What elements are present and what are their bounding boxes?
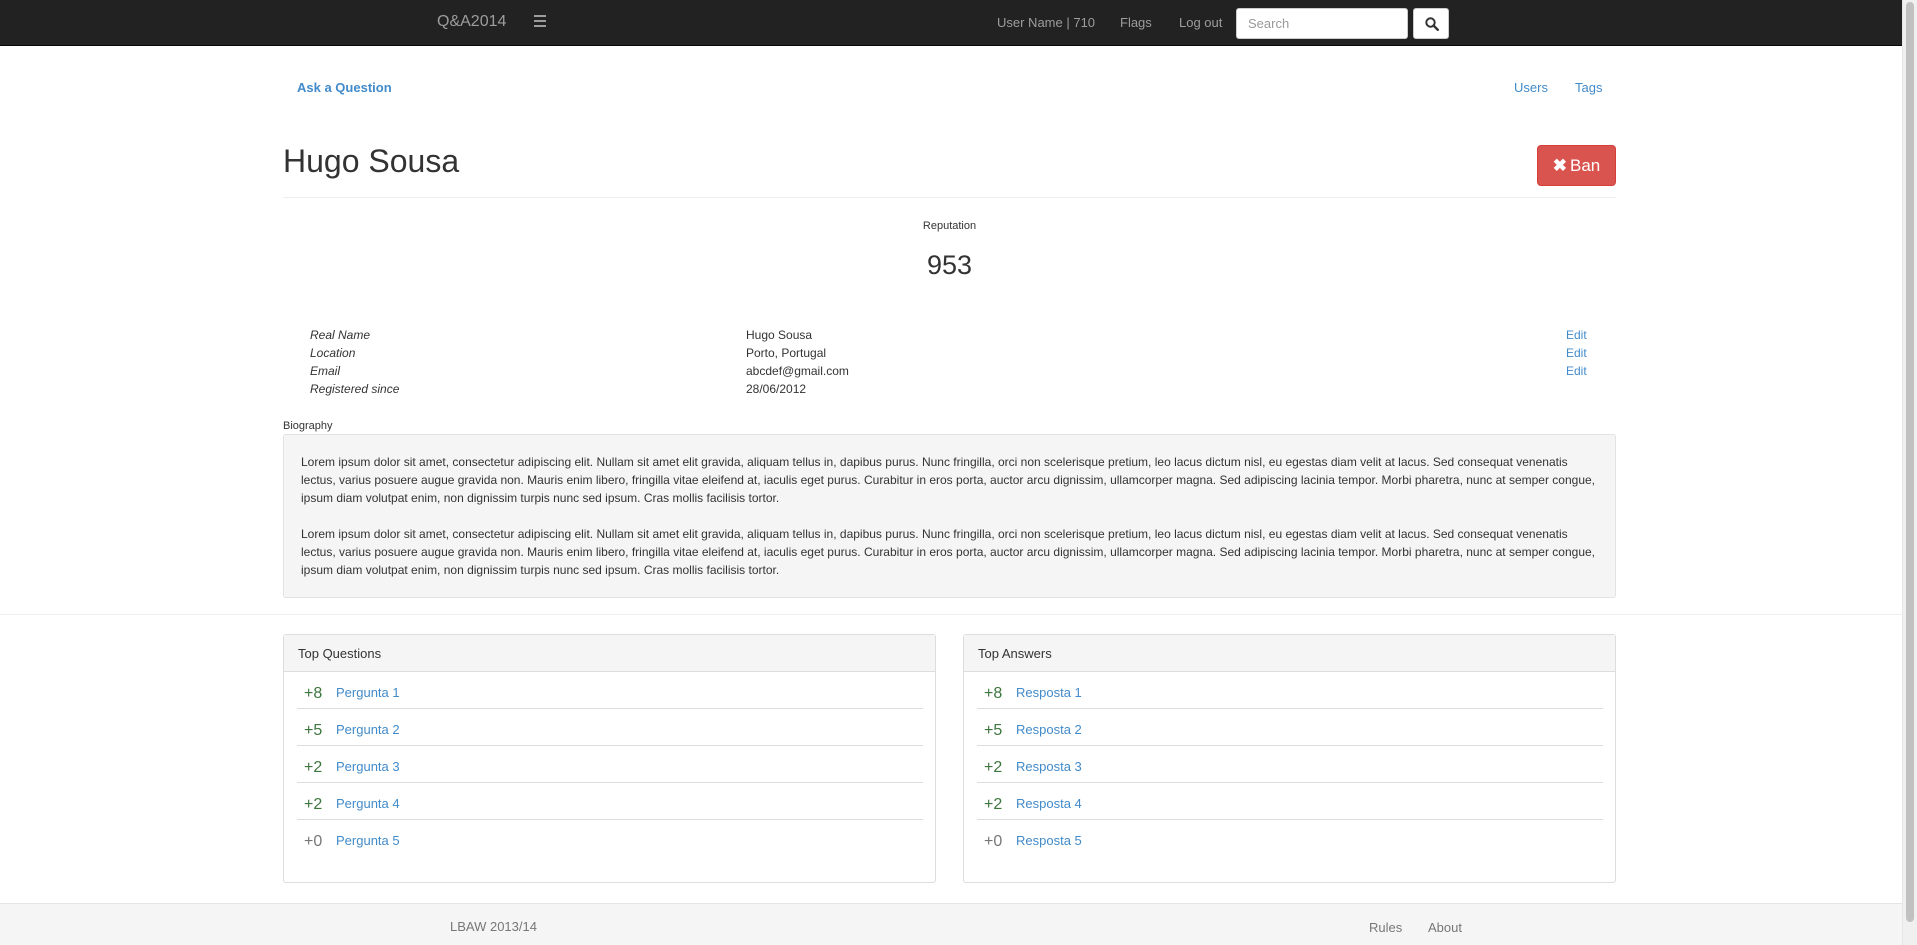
answer-score: +8: [984, 685, 1003, 702]
list-item: +0 Resposta 5: [977, 820, 1603, 857]
answer-score: +5: [984, 722, 1003, 739]
answer-score: +2: [984, 759, 1003, 776]
header-divider: [283, 197, 1616, 198]
question-link[interactable]: Pergunta 3: [336, 759, 400, 774]
question-link[interactable]: Pergunta 1: [336, 685, 400, 700]
list-item: +2 Pergunta 3: [297, 746, 923, 783]
info-label: Email: [310, 364, 341, 378]
reputation-value: 953: [926, 250, 973, 280]
ban-button[interactable]: ✖ Ban: [1537, 145, 1616, 186]
scrollbar-thumb[interactable]: [1906, 2, 1914, 922]
users-link[interactable]: Users: [1514, 80, 1548, 95]
tags-link[interactable]: Tags: [1575, 80, 1602, 95]
info-value: 28/06/2012: [746, 382, 807, 396]
question-score: +5: [304, 722, 323, 739]
edit-email-link[interactable]: Edit: [1566, 364, 1587, 378]
question-score: +2: [304, 796, 323, 813]
list-item: +5 Resposta 2: [977, 709, 1603, 746]
question-score: +8: [304, 685, 323, 702]
answer-link[interactable]: Resposta 4: [1016, 796, 1082, 811]
info-label: Location: [310, 346, 356, 360]
ask-question-link[interactable]: Ask a Question: [297, 80, 392, 95]
brand-logo[interactable]: Q&A2014: [437, 13, 506, 31]
biography-label: Biography: [283, 420, 333, 432]
about-link[interactable]: About: [1428, 920, 1462, 935]
search-icon: [1425, 17, 1439, 31]
list-item: +2 Pergunta 4: [297, 783, 923, 820]
question-link[interactable]: Pergunta 4: [336, 796, 400, 811]
question-score: +2: [304, 759, 323, 776]
list-item: +8 Resposta 1: [977, 672, 1603, 709]
search-button[interactable]: [1413, 8, 1449, 39]
question-link[interactable]: Pergunta 2: [336, 722, 400, 737]
flags-link[interactable]: Flags: [1120, 15, 1152, 30]
rules-link[interactable]: Rules: [1369, 920, 1402, 935]
answer-link[interactable]: Resposta 5: [1016, 833, 1082, 848]
top-navbar: Q&A2014 User Name | 710 Flags Log out: [0, 0, 1902, 46]
info-value: Hugo Sousa: [746, 328, 813, 342]
section-divider: [0, 614, 1902, 615]
logout-link[interactable]: Log out: [1179, 15, 1222, 30]
top-questions-panel: Top Questions +8 Pergunta 1 +5 Pergunta …: [283, 634, 936, 883]
list-item: +2 Resposta 3: [977, 746, 1603, 783]
edit-location-link[interactable]: Edit: [1566, 346, 1587, 360]
top-answers-panel: Top Answers +8 Resposta 1 +5 Resposta 2 …: [963, 634, 1616, 883]
panel-title: Top Answers: [964, 635, 1615, 672]
list-item: +2 Resposta 4: [977, 783, 1603, 820]
vertical-scrollbar[interactable]: [1902, 0, 1917, 945]
answer-score: +0: [984, 833, 1003, 850]
biography-paragraph: Lorem ipsum dolor sit amet, consectetur …: [301, 455, 1596, 505]
search-input[interactable]: [1236, 8, 1408, 39]
answer-link[interactable]: Resposta 2: [1016, 722, 1082, 737]
panel-title: Top Questions: [284, 635, 935, 672]
reputation-label: Reputation: [922, 220, 977, 232]
biography-box: Lorem ipsum dolor sit amet, consectetur …: [283, 434, 1616, 598]
answer-score: +2: [984, 796, 1003, 813]
question-score: +0: [304, 833, 323, 850]
answer-link[interactable]: Resposta 3: [1016, 759, 1082, 774]
info-value: Porto, Portugal: [746, 346, 827, 360]
info-label: Registered since: [310, 382, 400, 396]
edit-real-name-link[interactable]: Edit: [1566, 328, 1587, 342]
footer-copyright: LBAW 2013/14: [450, 919, 537, 934]
footer: LBAW 2013/14 Rules About: [0, 903, 1902, 945]
question-link[interactable]: Pergunta 5: [336, 833, 400, 848]
close-icon: ✖: [1552, 156, 1567, 175]
list-item: +8 Pergunta 1: [297, 672, 923, 709]
info-label: Real Name: [310, 328, 371, 342]
biography-paragraph: Lorem ipsum dolor sit amet, consectetur …: [301, 527, 1596, 577]
list-item: +5 Pergunta 2: [297, 709, 923, 746]
ban-button-label: Ban: [1570, 156, 1601, 175]
list-item: +0 Pergunta 5: [297, 820, 923, 857]
info-value: abcdef@gmail.com: [746, 364, 849, 378]
user-profile-link[interactable]: User Name | 710: [997, 15, 1095, 30]
page-title: Hugo Sousa: [283, 143, 460, 179]
answer-link[interactable]: Resposta 1: [1016, 685, 1082, 700]
menu-icon[interactable]: [534, 15, 546, 29]
